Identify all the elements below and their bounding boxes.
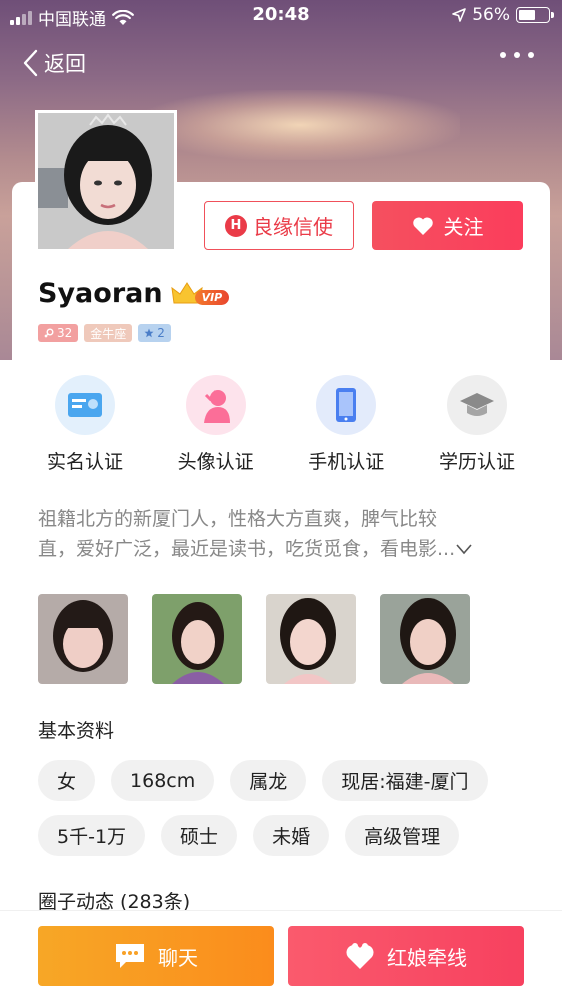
dot-icon (514, 52, 520, 58)
intro-line: 直，爱好广泛，最近是读书，吃货觅食，看电影... (38, 538, 456, 560)
star-value: 2 (157, 326, 165, 340)
chat-bubble-icon (116, 944, 144, 968)
follow-button[interactable]: 关注 (372, 201, 523, 250)
vip-badge[interactable]: VIP (170, 279, 230, 309)
bottom-action-bar: 聊天 红娘牵线 (0, 910, 562, 1000)
intro-line: 祖籍北方的新厦门人，性格大方直爽，脾气比较 (38, 508, 438, 530)
battery-icon (516, 7, 554, 23)
gallery-photo[interactable] (266, 594, 356, 684)
status-bar: 中国联通 20:48 56% (0, 0, 562, 32)
chevron-down-icon[interactable] (455, 538, 473, 560)
certification-row: 实名认证 头像认证 手机认证 学历认证 (20, 375, 542, 474)
basic-info-tags: 女 168cm 属龙 现居:福建-厦门 5千-1万 硕士 未婚 高级管理 (38, 760, 538, 856)
profile-name-row: Syaoran VIP (38, 278, 230, 309)
self-introduction[interactable]: 祖籍北方的新厦门人，性格大方直爽，脾气比较 直，爱好广泛，最近是读书，吃货觅食，… (38, 504, 528, 564)
couple-heart-icon (346, 943, 374, 969)
profile-name: Syaoran (38, 278, 163, 309)
info-chip: 高级管理 (345, 815, 460, 856)
info-chip: 属龙 (230, 760, 307, 801)
cert-real-name[interactable]: 实名认证 (20, 375, 150, 474)
phone-icon (316, 375, 377, 435)
gallery-photo[interactable] (380, 594, 470, 684)
back-button[interactable]: 返回 (22, 48, 86, 78)
cert-avatar[interactable]: 头像认证 (151, 375, 281, 474)
info-chip: 现居:福建-厦门 (322, 760, 488, 801)
chevron-left-icon (23, 49, 38, 77)
dot-icon (500, 52, 506, 58)
age-badge: 32 (38, 324, 79, 342)
vip-label: VIP (194, 290, 230, 305)
info-chip: 未婚 (253, 815, 330, 856)
info-chip: 硕士 (161, 815, 238, 856)
chat-label: 聊天 (158, 945, 198, 970)
id-card-icon (55, 375, 115, 435)
gallery-photo[interactable] (38, 594, 128, 684)
info-chip: 168cm (111, 760, 215, 801)
photo-gallery (38, 594, 470, 684)
follow-label: 关注 (443, 215, 484, 239)
zodiac-badge: 金牛座 (84, 324, 133, 342)
cert-label: 手机认证 (308, 451, 385, 473)
matchmaker-connect-button[interactable]: 红娘牵线 (288, 926, 524, 986)
matchmaker-connect-label: 红娘牵线 (387, 945, 467, 970)
back-label: 返回 (44, 52, 86, 76)
dot-icon (528, 52, 534, 58)
avatar[interactable] (35, 110, 177, 252)
basic-info-title: 基本资料 (38, 720, 115, 742)
battery-percent: 56% (472, 5, 510, 25)
more-menu-button[interactable] (500, 52, 534, 58)
cert-label: 学历认证 (438, 451, 515, 473)
cert-phone[interactable]: 手机认证 (281, 375, 411, 474)
female-icon (44, 328, 54, 338)
info-chip: 女 (38, 760, 96, 801)
matchmaker-icon: H (225, 214, 247, 237)
sunset-glow (140, 90, 460, 160)
avatar-photo (38, 113, 174, 249)
matchmaker-button[interactable]: H 良缘信使 (204, 201, 354, 250)
cert-education[interactable]: 学历认证 (412, 375, 542, 474)
star-badge: 2 (138, 324, 171, 342)
cert-label: 实名认证 (46, 451, 123, 473)
matchmaker-label: 良缘信使 (253, 215, 333, 239)
info-chip: 5千-1万 (38, 815, 146, 856)
chat-button[interactable]: 聊天 (38, 926, 274, 986)
profile-badges: 32 金牛座 2 (38, 324, 171, 342)
graduation-cap-icon (446, 375, 507, 435)
heart-icon (412, 216, 433, 235)
gallery-photo[interactable] (152, 594, 242, 684)
cert-label: 头像认证 (177, 451, 254, 473)
status-right: 56% (452, 5, 554, 25)
location-arrow-icon (452, 8, 467, 22)
nav-bar: 返回 (0, 40, 562, 88)
portrait-image (38, 113, 174, 249)
age-value: 32 (57, 326, 73, 340)
avatar-verify-icon (185, 375, 246, 435)
star-icon (144, 328, 154, 338)
